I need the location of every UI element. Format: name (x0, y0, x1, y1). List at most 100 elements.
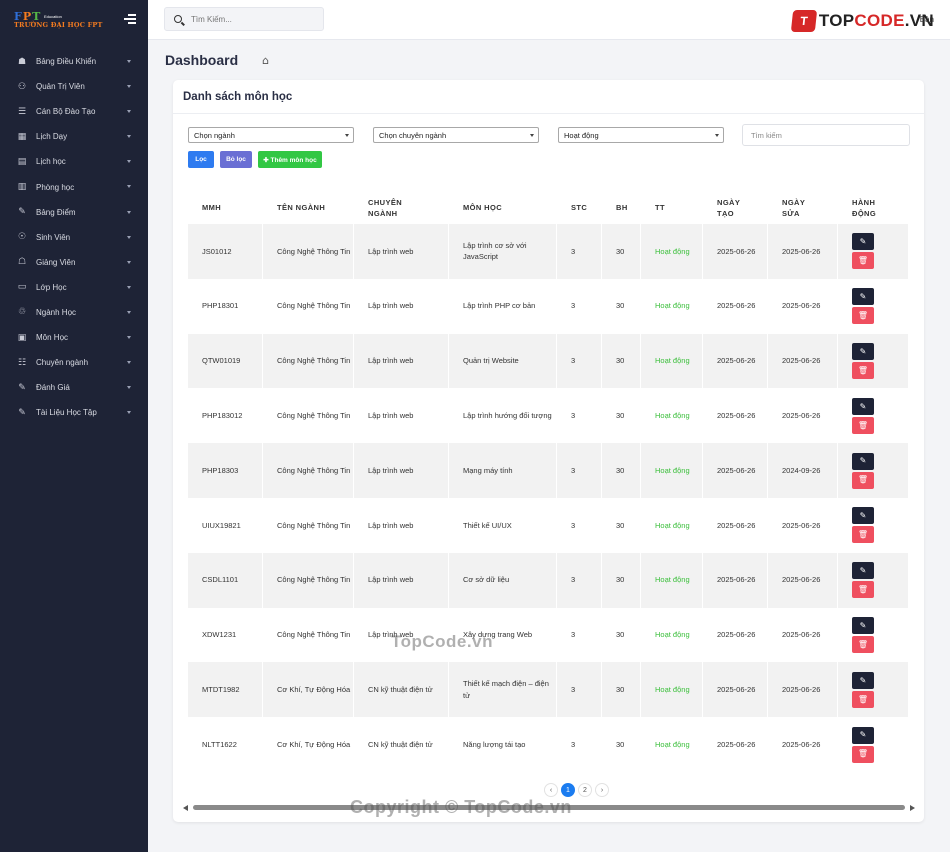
prev-page-button[interactable]: ‹ (544, 783, 558, 797)
sidebar-item-icon: ▤ (17, 156, 27, 167)
sidebar-item[interactable]: ☖ Giảng Viên (0, 250, 148, 275)
sidebar-item-label: Lịch học (36, 157, 66, 167)
sidebar-item[interactable]: ⚇ Quản Trị Viên (0, 74, 148, 99)
cell-stc: 3 (557, 552, 602, 608)
major-select[interactable]: Chọn ngành (188, 127, 354, 143)
edit-icon[interactable]: ✎ (852, 452, 874, 470)
trash-icon[interactable]: 🗑 (852, 745, 874, 763)
subject-list-card: Danh sách môn học Chọn ngành Chọn chuyên… (173, 80, 924, 822)
table-row: JS01012 Công Nghệ Thông Tin Lập trình web L… (188, 224, 909, 279)
trash-icon[interactable]: 🗑 (852, 526, 874, 544)
sidebar-item-label: Đánh Giá (36, 383, 70, 393)
cell-created: 2025-06-26 (703, 443, 768, 498)
sidebar-item-label: Môn Học (36, 333, 69, 343)
pagination: ‹ 1 2 › (544, 783, 612, 797)
sidebar-item[interactable]: ✎ Bảng Điểm (0, 200, 148, 225)
sidebar-item-icon: ▦ (17, 131, 27, 142)
cell-code: JS01012 (188, 224, 263, 279)
cell-tt: Hoạt động (641, 443, 703, 498)
status-select[interactable]: Hoạt động (558, 127, 724, 143)
cell-major: Công Nghệ Thông Tin (263, 607, 354, 663)
column-header-line: NGÀY (717, 197, 741, 207)
sidebar-item-icon: ☗ (17, 56, 27, 67)
fpt-logo[interactable]: FPT Education TRƯỜNG ĐẠI HỌC FPT (14, 11, 103, 30)
sidebar-item-label: Phòng học (36, 182, 75, 192)
cell-actions: ✎ 🗑 (838, 497, 909, 553)
page-button[interactable]: 2 (578, 783, 592, 797)
cell-stc: 3 (557, 662, 602, 718)
sidebar-item[interactable]: ▣ Môn Học (0, 325, 148, 350)
user-name[interactable]: Bàn (920, 15, 934, 24)
sidebar-item[interactable]: ✎ Đánh Giá (0, 375, 148, 400)
cell-bh: 30 (602, 717, 641, 772)
edit-icon[interactable]: ✎ (852, 342, 874, 360)
trash-icon[interactable]: 🗑 (852, 416, 874, 434)
edit-icon[interactable]: ✎ (852, 233, 874, 251)
home-icon[interactable]: ⌂ (262, 54, 269, 67)
cell-actions: ✎ 🗑 (838, 607, 909, 663)
scroll-right-icon[interactable] (910, 805, 915, 811)
page-button[interactable]: 1 (561, 783, 575, 797)
table-search-input[interactable]: Tìm kiếm (742, 124, 910, 146)
menu-toggle-icon[interactable] (124, 14, 136, 24)
column-header: MÔN HỌC (449, 202, 557, 213)
topcode-mark-icon: T (790, 10, 818, 32)
cell-spec: Lập trình web (354, 388, 449, 444)
cell-bh: 30 (602, 552, 641, 608)
edit-icon[interactable]: ✎ (852, 397, 874, 415)
watermark-center: TopCode.vn (391, 632, 493, 651)
scroll-left-icon[interactable] (183, 805, 188, 811)
next-page-button[interactable]: › (595, 783, 609, 797)
cell-actions: ✎ 🗑 (838, 552, 909, 608)
logo-area: FPT Education TRƯỜNG ĐẠI HỌC FPT (0, 0, 148, 40)
sidebar-item[interactable]: ☰ Cán Bộ Đào Tạo (0, 99, 148, 124)
sidebar-item[interactable]: ☉ Sinh Viên (0, 225, 148, 250)
sidebar-item[interactable]: ♲ Ngành Học (0, 300, 148, 325)
sidebar-item[interactable]: ▦ Lịch Dạy (0, 124, 148, 149)
sidebar-item-icon: ▥ (17, 182, 27, 193)
sidebar-item[interactable]: ▭ Lớp Học (0, 275, 148, 300)
cell-updated: 2025-06-26 (768, 388, 838, 444)
sidebar-item[interactable]: ▤ Lịch học (0, 149, 148, 174)
edit-icon[interactable]: ✎ (852, 671, 874, 689)
trash-icon[interactable]: 🗑 (852, 471, 874, 489)
cell-updated: 2024-09-26 (768, 443, 838, 498)
trash-icon[interactable]: 🗑 (852, 307, 874, 325)
trash-icon[interactable]: 🗑 (852, 690, 874, 708)
column-header: NGÀY TẠO (703, 197, 768, 219)
column-header: NGÀY SỬA (768, 197, 838, 219)
cell-spec: Lập trình web (354, 278, 449, 334)
cell-created: 2025-06-26 (703, 552, 768, 608)
chevron-down-icon (127, 185, 131, 189)
edit-icon[interactable]: ✎ (852, 726, 874, 744)
trash-icon[interactable]: 🗑 (852, 635, 874, 653)
clear-filter-button[interactable]: Bỏ lọc (220, 151, 252, 168)
trash-icon[interactable]: 🗑 (852, 252, 874, 270)
sidebar-item[interactable]: ✎ Tài Liệu Học Tập (0, 400, 148, 425)
column-header-line: BH (616, 203, 628, 212)
filter-button[interactable]: Lọc (188, 151, 214, 168)
edit-icon[interactable]: ✎ (852, 616, 874, 634)
cell-stc: 3 (557, 717, 602, 772)
edit-icon[interactable]: ✎ (852, 288, 874, 306)
sidebar-item[interactable]: ☗ Bảng Điều Khiển (0, 49, 148, 74)
cell-subject: Mạng máy tính (449, 443, 557, 498)
header-search-input[interactable] (191, 14, 311, 24)
sidebar-item[interactable]: ☷ Chuyên ngành (0, 350, 148, 375)
edit-icon[interactable]: ✎ (852, 562, 874, 580)
filter-buttons: Lọc Bỏ lọc ✚ Thêm môn học (188, 151, 328, 168)
edit-icon[interactable]: ✎ (852, 507, 874, 525)
sidebar-item[interactable]: ▥ Phòng học (0, 174, 148, 199)
chevron-down-icon (127, 285, 131, 289)
specialization-select[interactable]: Chọn chuyên ngành (373, 127, 539, 143)
side-menu: ☗ Bảng Điều Khiển ⚇ Quản Trị Viên ☰ Cán Bộ Đà… (0, 49, 148, 425)
trash-icon[interactable]: 🗑 (852, 581, 874, 599)
chevron-down-icon (127, 336, 131, 340)
trash-icon[interactable]: 🗑 (852, 361, 874, 379)
card-header: Danh sách môn học (173, 80, 924, 114)
cell-updated: 2025-06-26 (768, 662, 838, 718)
table-row: CSDL1101 Công Nghệ Thông Tin Lập trình web… (188, 552, 909, 608)
search-icon[interactable] (174, 15, 182, 23)
add-subject-button[interactable]: ✚ Thêm môn học (258, 151, 322, 168)
subject-table: MMH TÊN NGÀNH CHUYÊN NGÀNH MÔN HỌC STC BH TT NGÀ… (188, 191, 909, 772)
